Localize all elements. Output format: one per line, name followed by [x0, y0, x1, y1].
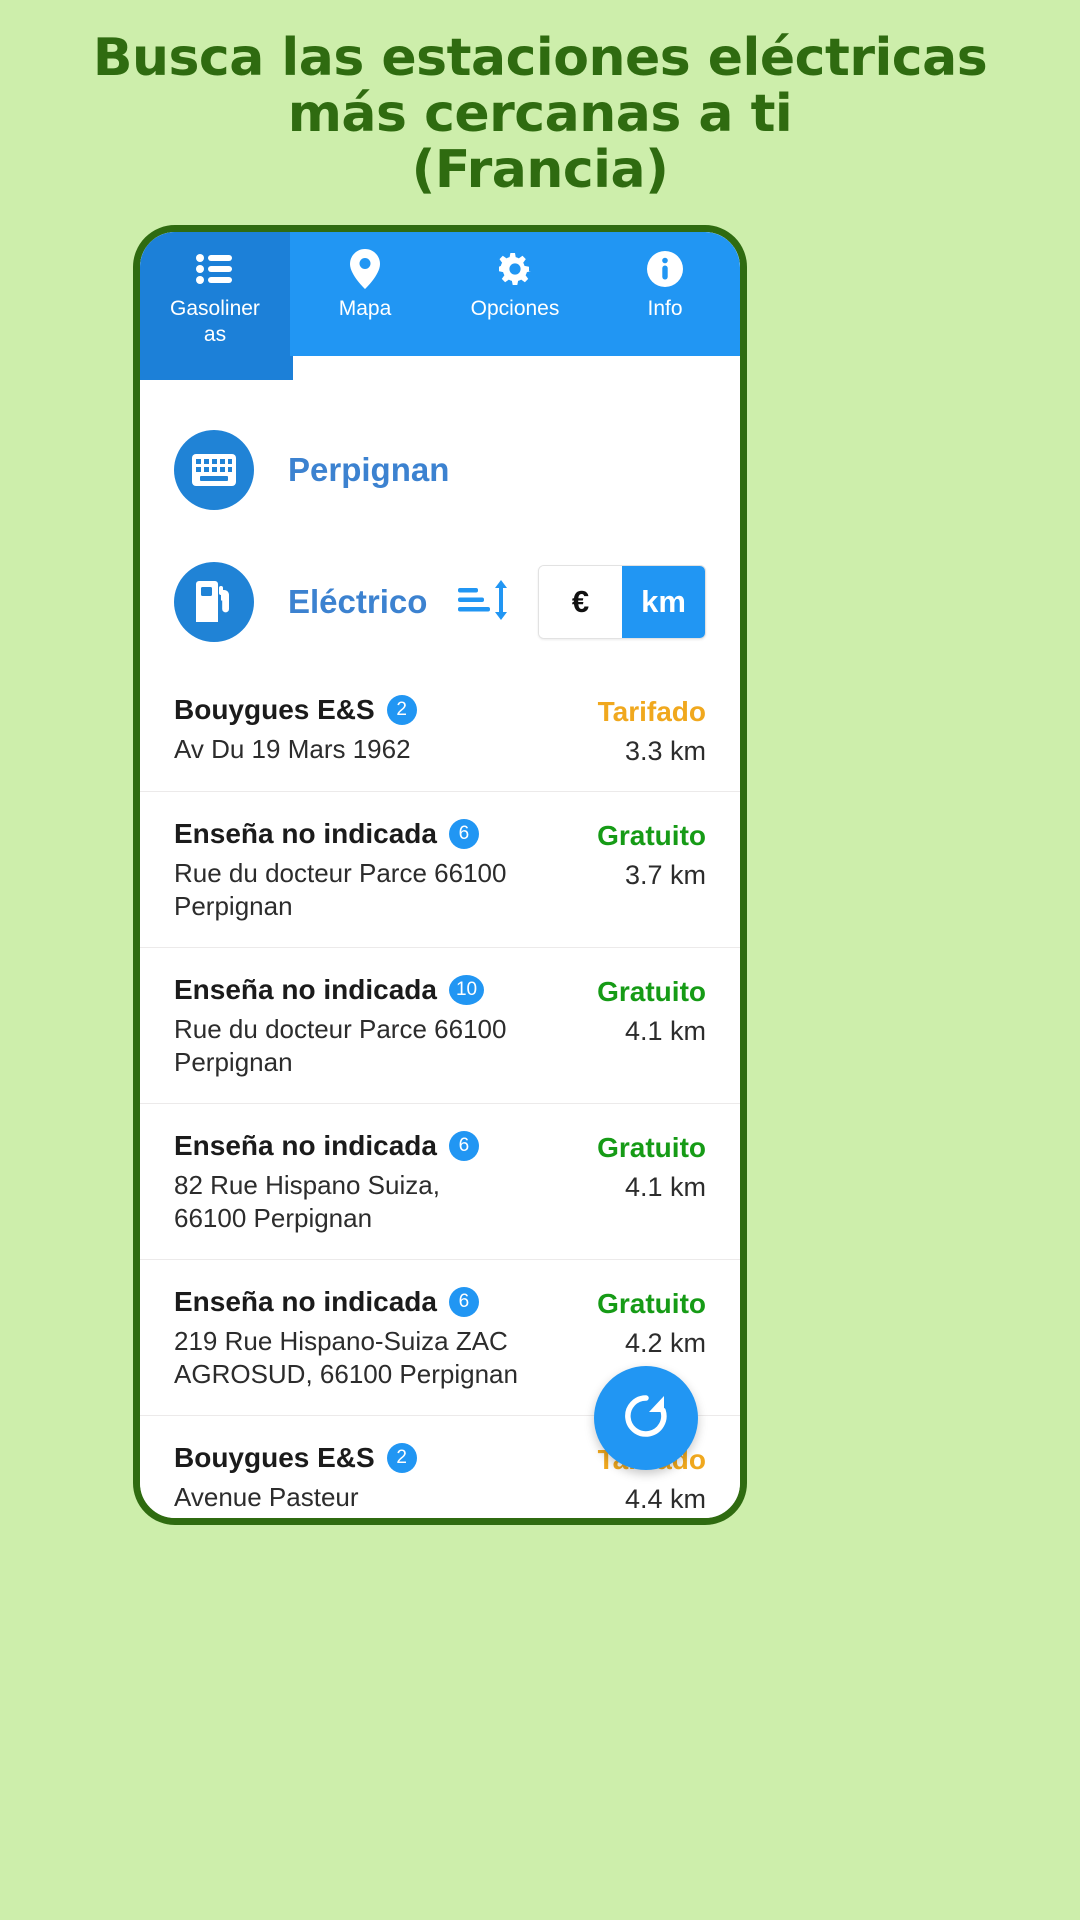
station-info: Bouygues E&S 2 Avenue Pasteur	[174, 1442, 531, 1514]
headline-line-3: (Francia)	[411, 140, 669, 200]
station-title-row: Bouygues E&S 2	[174, 694, 519, 726]
station-name: Enseña no indicada	[174, 818, 437, 849]
station-meta: Tarifado 3.3 km	[531, 694, 706, 767]
refresh-icon	[620, 1390, 672, 1447]
station-distance: 4.4 km	[624, 1484, 706, 1514]
fuel-pump-icon[interactable]	[174, 562, 254, 642]
station-info: Enseña no indicada 10 Rue du docteur Par…	[174, 974, 531, 1079]
phone-frame: Gasolineras Mapa Opciones Info Perpignan…	[133, 225, 747, 1525]
fuel-type-value[interactable]: Eléctrico	[288, 583, 427, 621]
tab-opciones[interactable]: Opciones	[440, 232, 590, 356]
station-address: Rue du docteur Parce 66100 Perpignan	[174, 858, 507, 921]
station-badge: 2	[386, 1443, 417, 1473]
station-meta: Gratuito 4.2 km	[531, 1286, 706, 1359]
station-info: Bouygues E&S 2 Av Du 19 Mars 1962	[174, 694, 531, 766]
city-filter-row[interactable]: Perpignan	[140, 404, 740, 536]
station-name: Bouygues E&S	[174, 694, 375, 725]
station-name: Enseña no indicada	[174, 1286, 437, 1317]
info-icon	[646, 248, 684, 290]
table-row[interactable]: Bouygues E&S 2 Av Du 19 Mars 1962 Tarifa…	[140, 668, 740, 791]
station-distance: 3.7 km	[624, 860, 706, 890]
tab-opciones-label: Opciones	[470, 297, 560, 320]
status-badge: Gratuito	[597, 1288, 706, 1319]
station-badge: 6	[448, 1131, 479, 1161]
station-meta: Gratuito 3.7 km	[531, 818, 706, 891]
tab-mapa-label: Mapa	[338, 297, 392, 320]
fuel-filter-row: Eléctrico € km	[140, 536, 740, 668]
filter-section: Perpignan Eléctrico € km	[140, 404, 740, 668]
tabbar-wrapper: Gasolineras Mapa Opciones Info	[140, 232, 740, 380]
table-row[interactable]: Enseña no indicada 6 82 Rue Hispano Suiz…	[140, 1103, 740, 1259]
station-name: Enseña no indicada	[174, 974, 437, 1005]
station-address: Av Du 19 Mars 1962	[174, 734, 411, 764]
list-icon	[196, 248, 234, 290]
station-name: Bouygues E&S	[174, 1442, 375, 1473]
headline-line-2: más cercanas a ti	[287, 84, 793, 144]
app-screen: Gasolineras Mapa Opciones Info Perpignan…	[140, 232, 740, 1518]
station-title-row: Enseña no indicada 6	[174, 1130, 519, 1162]
tab-mapa[interactable]: Mapa	[290, 232, 440, 356]
station-name: Enseña no indicada	[174, 1130, 437, 1161]
city-value[interactable]: Perpignan	[288, 451, 449, 489]
table-row[interactable]: Enseña no indicada 10 Rue du docteur Par…	[140, 947, 740, 1103]
status-badge: Tarifado	[597, 696, 706, 727]
station-address: Rue du docteur Parce 66100 Perpignan	[174, 1014, 507, 1077]
tab-selected-indicator	[140, 356, 293, 380]
map-pin-icon	[350, 248, 380, 290]
unit-option-km[interactable]: km	[622, 566, 705, 638]
status-badge: Gratuito	[597, 976, 706, 1007]
station-address: 82 Rue Hispano Suiza, 66100 Perpignan	[174, 1170, 440, 1233]
tab-gasolineras-label: Gasolineras	[170, 297, 260, 346]
status-badge: Gratuito	[597, 1132, 706, 1163]
station-distance: 4.2 km	[624, 1328, 706, 1358]
station-address: Avenue Pasteur	[174, 1482, 359, 1512]
sort-icon[interactable]	[456, 576, 514, 629]
tab-info[interactable]: Info	[590, 232, 740, 356]
tab-gasolineras[interactable]: Gasolineras	[140, 232, 290, 356]
station-info: Enseña no indicada 6 82 Rue Hispano Suiz…	[174, 1130, 531, 1235]
station-badge: 6	[448, 819, 479, 849]
gear-icon	[496, 248, 534, 290]
station-address: 219 Rue Hispano-Suiza ZAC AGROSUD, 66100…	[174, 1326, 518, 1389]
station-distance: 4.1 km	[624, 1016, 706, 1046]
station-info: Enseña no indicada 6 219 Rue Hispano-Sui…	[174, 1286, 531, 1391]
tab-info-label: Info	[647, 297, 683, 320]
station-info: Enseña no indicada 6 Rue du docteur Parc…	[174, 818, 531, 923]
station-badge: 10	[448, 975, 485, 1005]
station-title-row: Enseña no indicada 10	[174, 974, 519, 1006]
unit-toggle: € km	[538, 565, 706, 639]
station-badge: 2	[386, 695, 417, 725]
headline-line-1: Busca las estaciones eléctricas	[92, 28, 988, 88]
station-title-row: Enseña no indicada 6	[174, 818, 519, 850]
page-title: Busca las estaciones eléctricas más cerc…	[0, 30, 1080, 198]
station-title-row: Bouygues E&S 2	[174, 1442, 519, 1474]
status-badge: Gratuito	[597, 820, 706, 851]
station-meta: Gratuito 4.1 km	[531, 1130, 706, 1203]
station-badge: 6	[448, 1287, 479, 1317]
promo-screenshot: Busca las estaciones eléctricas más cerc…	[0, 0, 1080, 1920]
tab-bar: Gasolineras Mapa Opciones Info	[140, 232, 740, 356]
station-distance: 4.1 km	[624, 1172, 706, 1202]
station-distance: 3.3 km	[624, 736, 706, 766]
refresh-button[interactable]	[594, 1366, 698, 1470]
table-row[interactable]: Enseña no indicada 6 Rue du docteur Parc…	[140, 791, 740, 947]
unit-option-euro[interactable]: €	[539, 566, 622, 638]
station-title-row: Enseña no indicada 6	[174, 1286, 519, 1318]
station-meta: Gratuito 4.1 km	[531, 974, 706, 1047]
keyboard-icon[interactable]	[174, 430, 254, 510]
